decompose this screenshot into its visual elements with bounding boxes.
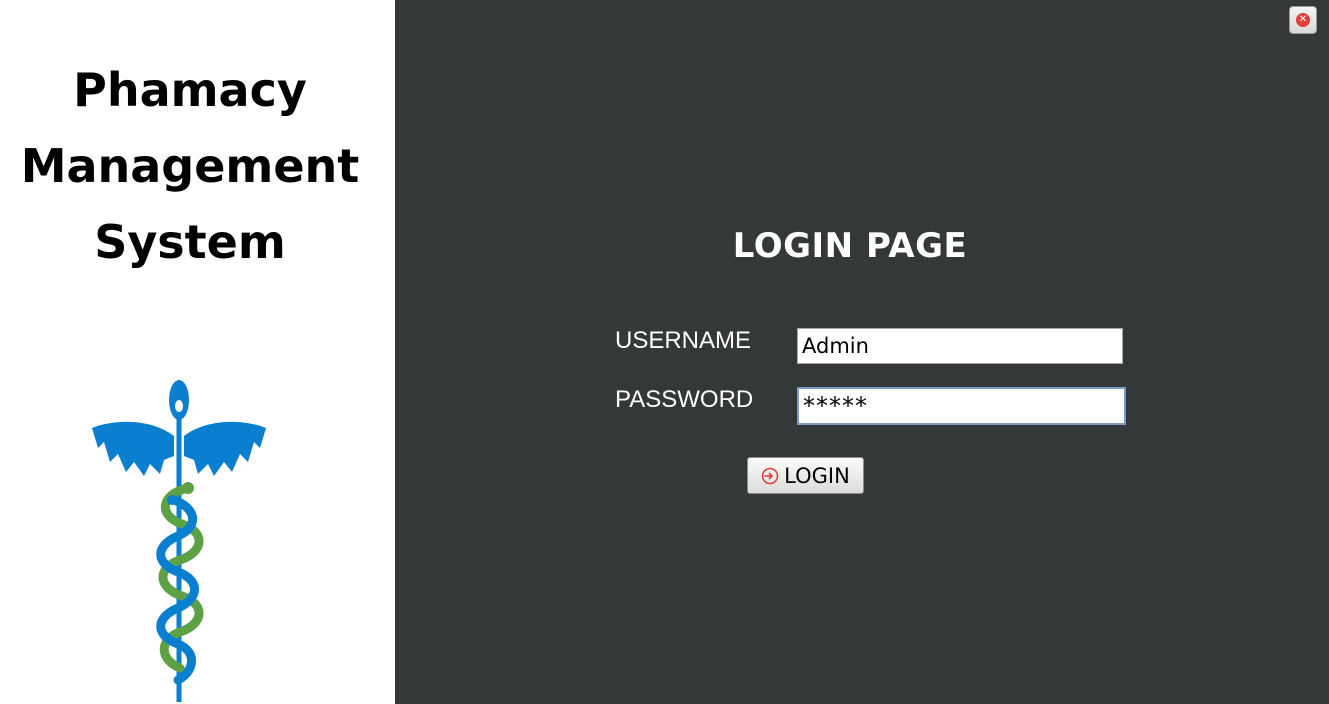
app-title-line-1: Phamacy [73, 63, 307, 117]
username-label: USERNAME [615, 327, 752, 354]
close-icon: ✕ [1296, 13, 1310, 27]
login-panel: ✕ LOGIN PAGE USERNAME PASSWORD LOGIN [395, 0, 1329, 704]
branding-panel: Phamacy Management System [0, 0, 395, 704]
app-title: Phamacy Management System [0, 52, 380, 280]
login-button-label: LOGIN [784, 463, 850, 488]
close-button[interactable]: ✕ [1289, 6, 1317, 34]
app-title-line-3: System [94, 215, 286, 269]
login-window: Phamacy Management System ✕ LOGIN PAGE U… [0, 0, 1329, 704]
login-icon [761, 467, 779, 484]
app-title-line-2: Management [20, 139, 360, 193]
caduceus-icon [92, 380, 266, 702]
page-title: LOGIN PAGE [732, 226, 968, 266]
password-field[interactable] [797, 387, 1126, 425]
username-field[interactable] [797, 328, 1123, 364]
login-button[interactable]: LOGIN [747, 457, 864, 494]
password-label: PASSWORD [615, 386, 754, 413]
